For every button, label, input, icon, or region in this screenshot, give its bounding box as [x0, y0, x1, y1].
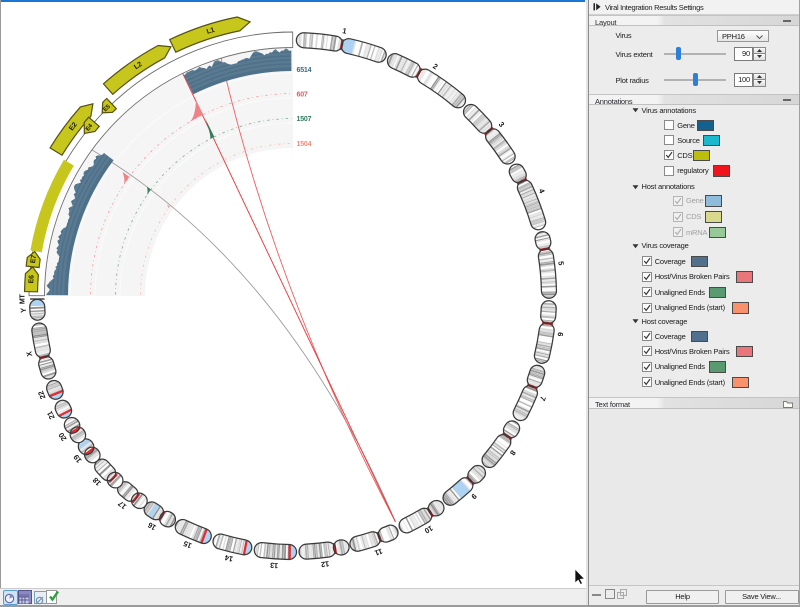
svg-text:1504: 1504 [297, 141, 312, 148]
svg-text:E7: E7 [30, 254, 38, 263]
svg-text:607: 607 [297, 92, 308, 99]
svg-text:1507: 1507 [297, 116, 312, 123]
svg-text:Y: Y [19, 308, 28, 313]
svg-text:13: 13 [270, 561, 279, 571]
svg-text:12: 12 [321, 559, 330, 569]
svg-text:E6: E6 [28, 275, 36, 284]
svg-text:MT: MT [19, 294, 26, 305]
svg-text:6514: 6514 [297, 67, 312, 74]
